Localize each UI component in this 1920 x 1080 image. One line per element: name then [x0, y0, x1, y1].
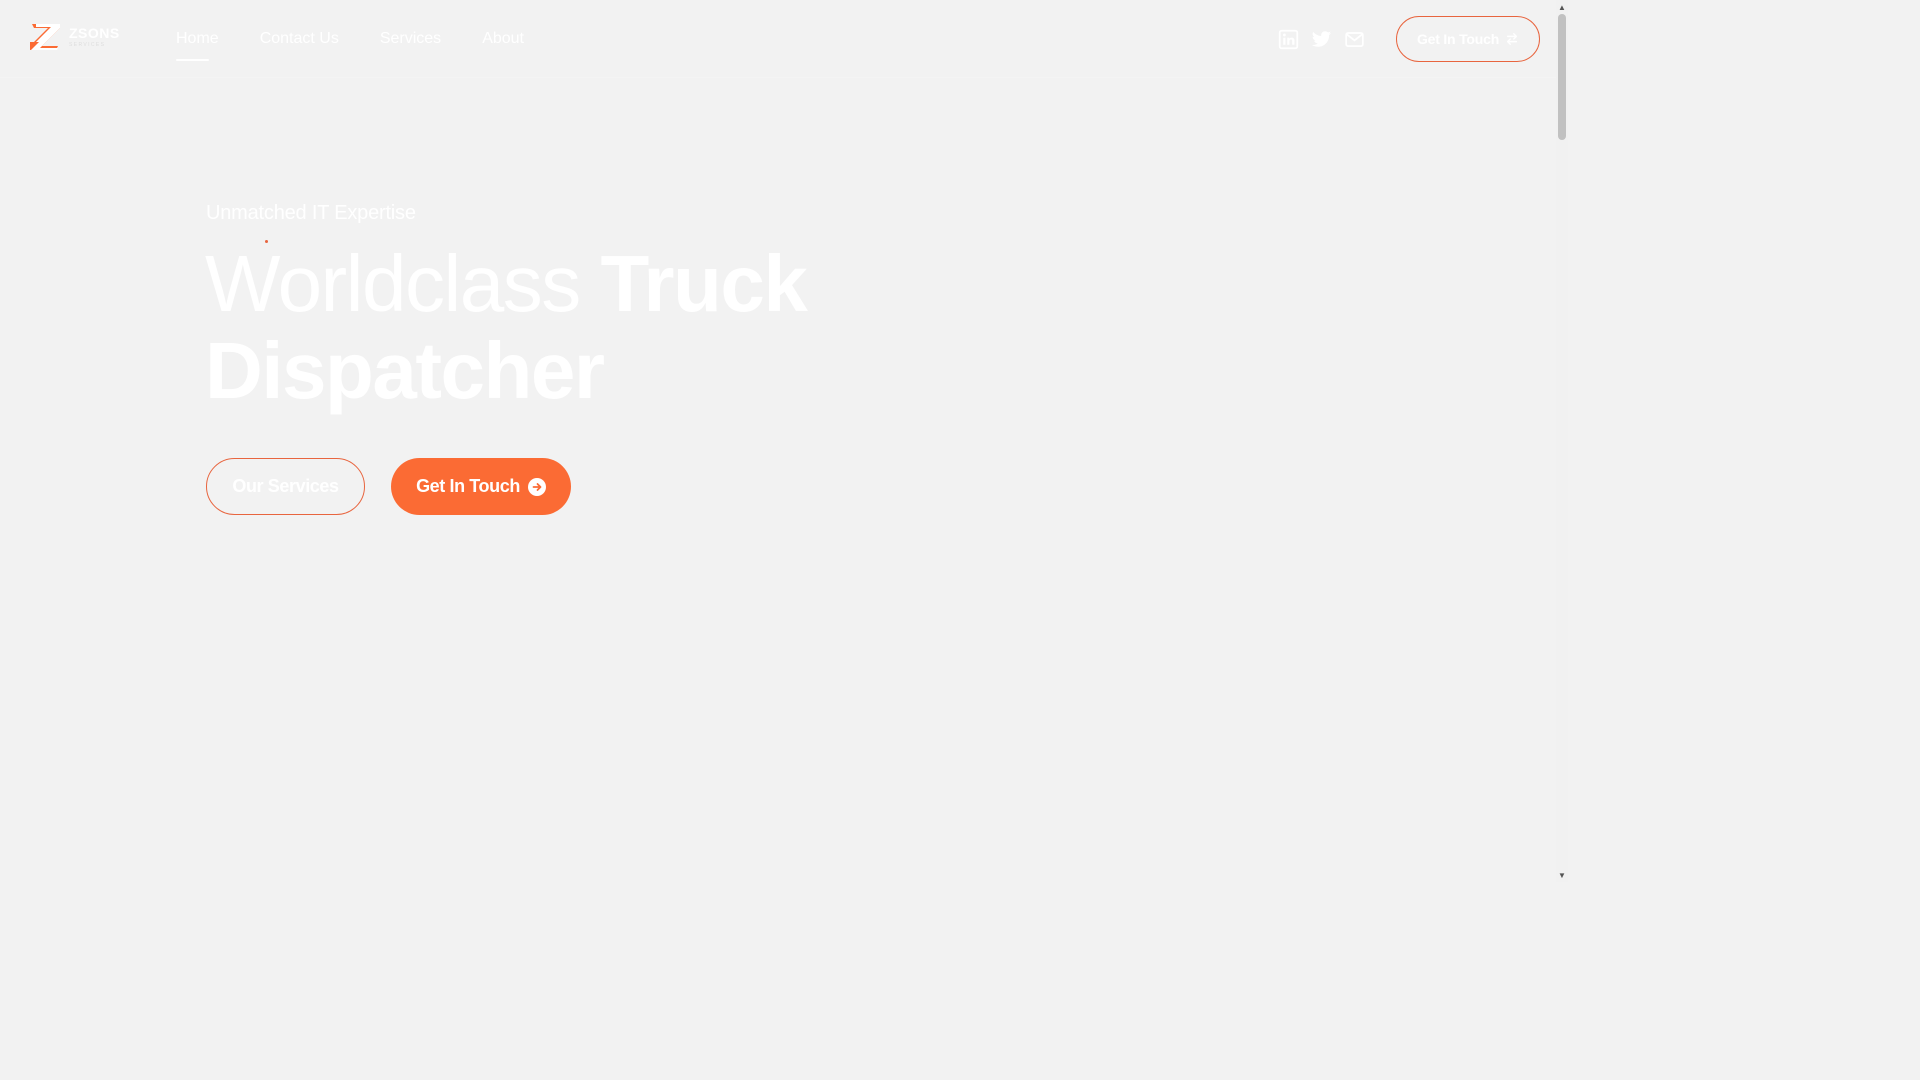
brand-subtitle: SERVICES — [69, 42, 106, 48]
social-links — [1278, 29, 1365, 50]
swap-arrows-icon — [1506, 33, 1518, 45]
arrow-right-circle-icon — [527, 477, 546, 496]
hero-eyebrow: Unmatched IT Expertise — [206, 202, 416, 224]
zsons-logo-icon — [30, 24, 60, 50]
hero-headline: Worldclass Truck Dispatcher — [205, 240, 905, 414]
nav-contact-us[interactable]: Contact Us — [260, 30, 339, 48]
header-get-in-touch-button[interactable]: Get In Touch — [1396, 16, 1540, 62]
scrollbar-thumb[interactable] — [1558, 14, 1566, 140]
mail-icon[interactable] — [1344, 29, 1365, 50]
nav-home[interactable]: Home — [176, 30, 219, 61]
get-in-touch-button[interactable]: Get In Touch — [391, 458, 571, 515]
headline-bold-word-2: Dispatcher — [205, 326, 605, 415]
nav-about[interactable]: About — [482, 30, 524, 48]
brand-name: ZSONS — [69, 25, 120, 41]
scroll-up-icon[interactable]: ▲ — [1556, 0, 1568, 14]
headline-light-word: Worldclass — [205, 239, 581, 328]
vertical-scrollbar[interactable]: ▲ ▼ — [1556, 0, 1568, 882]
hero-cutout-left — [0, 595, 116, 755]
twitter-icon[interactable] — [1311, 29, 1332, 50]
nav-services[interactable]: Services — [380, 30, 441, 48]
scroll-down-icon[interactable]: ▼ — [1556, 868, 1568, 882]
logo[interactable]: ZSONS SERVICES — [29, 22, 120, 52]
linkedin-icon[interactable] — [1278, 29, 1299, 50]
get-in-touch-label: Get In Touch — [416, 476, 520, 496]
hero-cutout-right — [1438, 595, 1556, 755]
header-cta-label: Get In Touch — [1416, 31, 1500, 47]
site-header: ZSONS SERVICES Home Contact Us Services … — [0, 0, 1556, 78]
our-services-button[interactable]: Our Services — [206, 458, 365, 515]
main-nav: Home Contact Us Services About — [176, 30, 524, 61]
headline-bold-word-1: Truck — [600, 239, 807, 328]
